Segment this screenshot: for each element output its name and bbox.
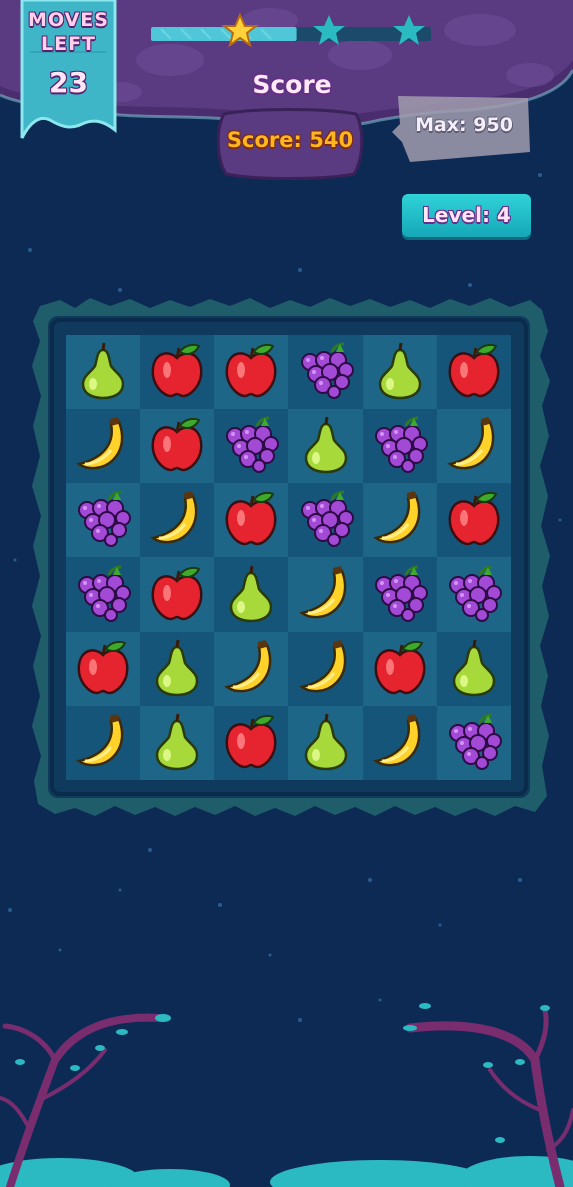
board-tile[interactable]: [288, 483, 363, 558]
board-tile[interactable]: [214, 409, 289, 484]
apple-icon: [444, 488, 504, 552]
board-tile[interactable]: [140, 705, 215, 780]
board-tile[interactable]: [288, 705, 363, 780]
grapes-icon: [370, 414, 430, 478]
max-score-value: Max: 950: [415, 114, 513, 136]
grapes-icon: [444, 563, 504, 627]
board-tile[interactable]: [214, 705, 289, 780]
pear-icon: [296, 711, 356, 775]
pear-icon: [73, 340, 133, 404]
board-tile[interactable]: [66, 483, 141, 558]
board-tile[interactable]: [288, 335, 363, 410]
pear-icon: [444, 637, 504, 701]
board-tile[interactable]: [66, 335, 141, 410]
board-tile[interactable]: [288, 409, 363, 484]
banana-icon: [296, 563, 356, 627]
board-tile[interactable]: [362, 631, 437, 706]
board-tile[interactable]: [362, 409, 437, 484]
board-tile[interactable]: [436, 483, 511, 558]
apple-icon: [370, 637, 430, 701]
pear-icon: [370, 340, 430, 404]
apple-icon: [147, 414, 207, 478]
banana-icon: [147, 488, 207, 552]
pear-icon: [221, 563, 281, 627]
board-tile[interactable]: [140, 335, 215, 410]
apple-icon: [444, 340, 504, 404]
grapes-icon: [296, 488, 356, 552]
board-tile[interactable]: [436, 335, 511, 410]
banana-icon: [444, 414, 504, 478]
game-board[interactable]: [66, 335, 511, 780]
banana-icon: [370, 711, 430, 775]
board-tile[interactable]: [140, 557, 215, 632]
board-tile[interactable]: [362, 705, 437, 780]
board-tile[interactable]: [66, 409, 141, 484]
banana-icon: [73, 711, 133, 775]
banana-icon: [73, 414, 133, 478]
score-heading: Score: [252, 70, 332, 99]
board-tile[interactable]: [214, 557, 289, 632]
grapes-icon: [370, 563, 430, 627]
board-tile[interactable]: [288, 557, 363, 632]
board-tile[interactable]: [140, 631, 215, 706]
score-progress-bar: [151, 12, 431, 48]
banana-icon: [370, 488, 430, 552]
board-tile[interactable]: [362, 483, 437, 558]
level-label: Level: 4: [422, 203, 511, 227]
board-tile[interactable]: [436, 557, 511, 632]
board-tile[interactable]: [214, 483, 289, 558]
pear-icon: [147, 711, 207, 775]
board-tile[interactable]: [362, 557, 437, 632]
pear-icon: [296, 414, 356, 478]
board-tile[interactable]: [140, 483, 215, 558]
grapes-icon: [73, 563, 133, 627]
apple-icon: [221, 711, 281, 775]
banana-icon: [221, 637, 281, 701]
grapes-icon: [444, 711, 504, 775]
board-tile[interactable]: [66, 705, 141, 780]
grapes-icon: [221, 414, 281, 478]
moves-left-label: MOVES LEFT: [28, 9, 109, 55]
banana-icon: [296, 637, 356, 701]
apple-icon: [147, 563, 207, 627]
board-tile[interactable]: [288, 631, 363, 706]
board-tile[interactable]: [66, 631, 141, 706]
apple-icon: [221, 340, 281, 404]
board-tile[interactable]: [436, 409, 511, 484]
board-tile[interactable]: [214, 335, 289, 410]
apple-icon: [73, 637, 133, 701]
background-trees: [0, 1003, 573, 1187]
grapes-icon: [73, 488, 133, 552]
board-tile[interactable]: [436, 631, 511, 706]
board-tile[interactable]: [362, 335, 437, 410]
pear-icon: [147, 637, 207, 701]
apple-icon: [221, 488, 281, 552]
grapes-icon: [296, 340, 356, 404]
apple-icon: [147, 340, 207, 404]
board-tile[interactable]: [436, 705, 511, 780]
moves-left-value: 23: [49, 66, 88, 99]
board-tile[interactable]: [214, 631, 289, 706]
score-value: Score: 540: [226, 128, 354, 152]
board-tile[interactable]: [66, 557, 141, 632]
board-tile[interactable]: [140, 409, 215, 484]
